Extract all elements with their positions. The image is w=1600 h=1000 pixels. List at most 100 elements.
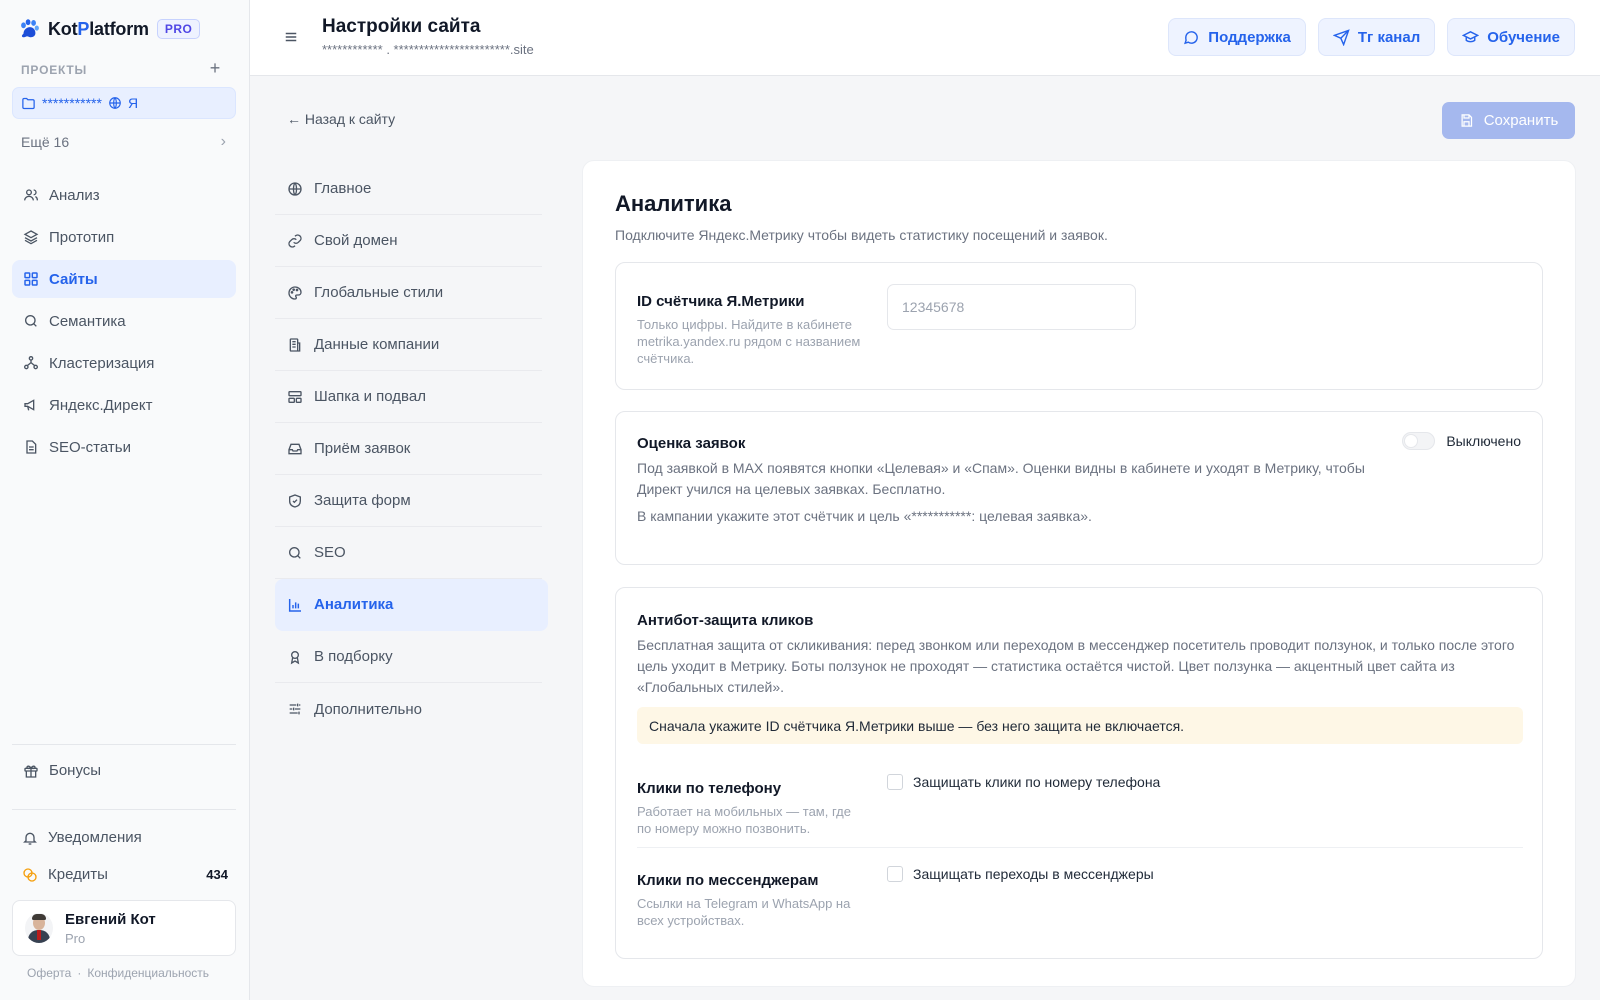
graduation-cap-icon bbox=[1462, 30, 1480, 42]
nav-item-semantics[interactable]: Семантика bbox=[12, 302, 236, 340]
user-plan: Pro bbox=[65, 930, 86, 946]
tab-form-protection[interactable]: Защита форм bbox=[275, 475, 542, 527]
nav-item-seo-articles[interactable]: SEO-статьи bbox=[12, 428, 236, 466]
nav-label: Анализ bbox=[49, 186, 100, 204]
phone-clicks-help: Работает на мобильных — там, где по номе… bbox=[637, 804, 851, 836]
tab-leads[interactable]: Приём заявок bbox=[275, 423, 542, 475]
messenger-clicks-label-block: Клики по мессенджерам Ссылки на Telegram… bbox=[637, 872, 862, 929]
brand-logo[interactable]: KotPlatform PRO bbox=[18, 16, 201, 42]
nav-label: Прототип bbox=[49, 228, 115, 246]
analytics-panel: Аналитика Подключите Яндекс.Метрику чтоб… bbox=[582, 160, 1576, 987]
main-nav: Анализ Прототип Сайты Семантика Кластери… bbox=[12, 176, 236, 470]
phone-clicks-checkbox[interactable] bbox=[887, 774, 903, 790]
tab-company-data[interactable]: Данные компании bbox=[275, 319, 542, 371]
current-project[interactable]: *********** Я bbox=[12, 87, 236, 119]
notifications-label: Уведомления bbox=[48, 829, 142, 846]
tab-label: В подборку bbox=[314, 648, 393, 665]
site-domain: ************ . ***********************.s… bbox=[322, 42, 534, 57]
bonuses-button[interactable]: Бонусы bbox=[23, 762, 101, 779]
tab-seo[interactable]: SEO bbox=[275, 527, 542, 579]
divider bbox=[12, 744, 236, 745]
phone-clicks-checkbox-label: Защищать клики по номеру телефона bbox=[913, 774, 1161, 790]
more-projects-label: Ещё 16 bbox=[21, 134, 70, 150]
cluster-icon bbox=[24, 356, 38, 370]
tab-analytics[interactable]: Аналитика bbox=[275, 579, 548, 631]
telegram-label: Тг канал bbox=[1357, 28, 1421, 46]
phone-clicks-option[interactable]: Защищать клики по номеру телефона bbox=[887, 774, 1160, 790]
telegram-button[interactable]: Тг канал bbox=[1317, 18, 1436, 56]
gift-icon bbox=[24, 765, 38, 778]
menu-icon[interactable] bbox=[284, 30, 298, 44]
toggle-state-label: Выключено bbox=[1446, 433, 1521, 449]
save-label: Сохранить bbox=[1483, 112, 1559, 129]
credits-count: 434 bbox=[206, 867, 228, 882]
settings-nav: Главное Свой домен Глобальные стили Данн… bbox=[275, 163, 548, 735]
tab-label: Свой домен bbox=[314, 232, 398, 249]
tab-label: Данные компании bbox=[314, 336, 440, 353]
counter-id-input[interactable] bbox=[887, 284, 1136, 330]
tab-collection[interactable]: В подборку bbox=[275, 631, 542, 683]
nav-label: Семантика bbox=[49, 312, 126, 330]
lead-rating-description: Под заявкой в MAX появятся кнопки «Целев… bbox=[637, 460, 1365, 497]
divider bbox=[12, 809, 236, 810]
support-button[interactable]: Поддержка bbox=[1168, 18, 1306, 56]
tab-header-footer[interactable]: Шапка и подвал bbox=[275, 371, 542, 423]
save-button[interactable]: Сохранить bbox=[1442, 102, 1575, 139]
sliders-icon bbox=[289, 703, 301, 715]
coins-icon bbox=[23, 867, 37, 882]
tab-label: Глобальные стили bbox=[314, 284, 444, 301]
search-icon bbox=[25, 315, 37, 327]
tab-label: Аналитика bbox=[314, 596, 394, 613]
back-to-site-link[interactable]: ← Назад к сайту bbox=[287, 111, 395, 127]
add-project-button[interactable]: + bbox=[207, 59, 223, 77]
nav-item-yandex-direct[interactable]: Яндекс.Директ bbox=[12, 386, 236, 424]
tab-label: SEO bbox=[314, 544, 346, 561]
lead-rating-toggle[interactable] bbox=[1402, 432, 1436, 450]
nav-label: Сайты bbox=[49, 270, 98, 288]
nav-item-clustering[interactable]: Кластеризация bbox=[12, 344, 236, 382]
pro-badge: PRO bbox=[156, 19, 201, 39]
tab-main[interactable]: Главное bbox=[275, 163, 542, 215]
messenger-clicks-help: Ссылки на Telegram и WhatsApp на всех ус… bbox=[637, 896, 851, 928]
learning-button[interactable]: Обучение bbox=[1447, 18, 1575, 56]
nav-item-prototype[interactable]: Прототип bbox=[12, 218, 236, 256]
brand-name: KotPlatform bbox=[48, 18, 149, 39]
user-card[interactable]: Евгений Кот Pro bbox=[12, 900, 236, 956]
credits-label: Кредиты bbox=[48, 866, 108, 883]
lead-rating-card: Оценка заявок Под заявкой в MAX появятся… bbox=[615, 411, 1543, 565]
messenger-clicks-checkbox[interactable] bbox=[887, 866, 903, 882]
lead-rating-note: В кампании укажите этот счётчик и цель «… bbox=[637, 508, 1092, 524]
notifications-button[interactable]: Уведомления bbox=[22, 829, 142, 846]
tab-advanced[interactable]: Дополнительно bbox=[275, 683, 542, 735]
tab-global-styles[interactable]: Глобальные стили bbox=[275, 267, 542, 319]
award-icon bbox=[290, 650, 300, 664]
antibot-card: Антибот-защита кликов Бесплатная защита … bbox=[615, 587, 1543, 959]
legal-separator: · bbox=[77, 966, 82, 980]
more-projects-button[interactable]: Ещё 16 › bbox=[21, 132, 226, 152]
tab-label: Приём заявок bbox=[314, 440, 411, 457]
antibot-title: Антибот-защита кликов bbox=[637, 612, 814, 629]
avatar bbox=[25, 913, 53, 943]
tab-label: Дополнительно bbox=[314, 700, 422, 718]
topbar: Настройки сайта ************ . *********… bbox=[250, 0, 1600, 76]
bell-icon bbox=[23, 832, 37, 845]
legal-links: Оферта · Конфиденциальность bbox=[27, 966, 209, 980]
offer-link[interactable]: Оферта bbox=[27, 966, 71, 980]
support-label: Поддержка bbox=[1208, 28, 1291, 46]
tab-label: Шапка и подвал bbox=[314, 388, 426, 405]
nav-item-sites[interactable]: Сайты bbox=[12, 260, 236, 298]
bar-chart-icon bbox=[288, 598, 301, 612]
messenger-clicks-option[interactable]: Защищать переходы в мессенджеры bbox=[887, 866, 1154, 882]
bonuses-label: Бонусы bbox=[49, 762, 102, 779]
counter-help: Только цифры. Найдите в кабинете metrika… bbox=[637, 317, 861, 366]
messenger-clicks-title: Клики по мессенджерам bbox=[637, 872, 819, 889]
page-title: Настройки сайта bbox=[322, 16, 481, 37]
header-actions: Поддержка Тг канал Обучение bbox=[1168, 18, 1575, 56]
nav-item-analysis[interactable]: Анализ bbox=[12, 176, 236, 214]
phone-clicks-label-block: Клики по телефону Работает на мобильных … bbox=[637, 780, 862, 837]
privacy-link[interactable]: Конфиденциальность bbox=[87, 966, 209, 980]
tab-domain[interactable]: Свой домен bbox=[275, 215, 542, 267]
messenger-clicks-checkbox-label: Защищать переходы в мессенджеры bbox=[913, 866, 1154, 882]
nav-label: Кластеризация bbox=[49, 354, 155, 372]
credits-button[interactable]: Кредиты 434 bbox=[22, 866, 228, 883]
